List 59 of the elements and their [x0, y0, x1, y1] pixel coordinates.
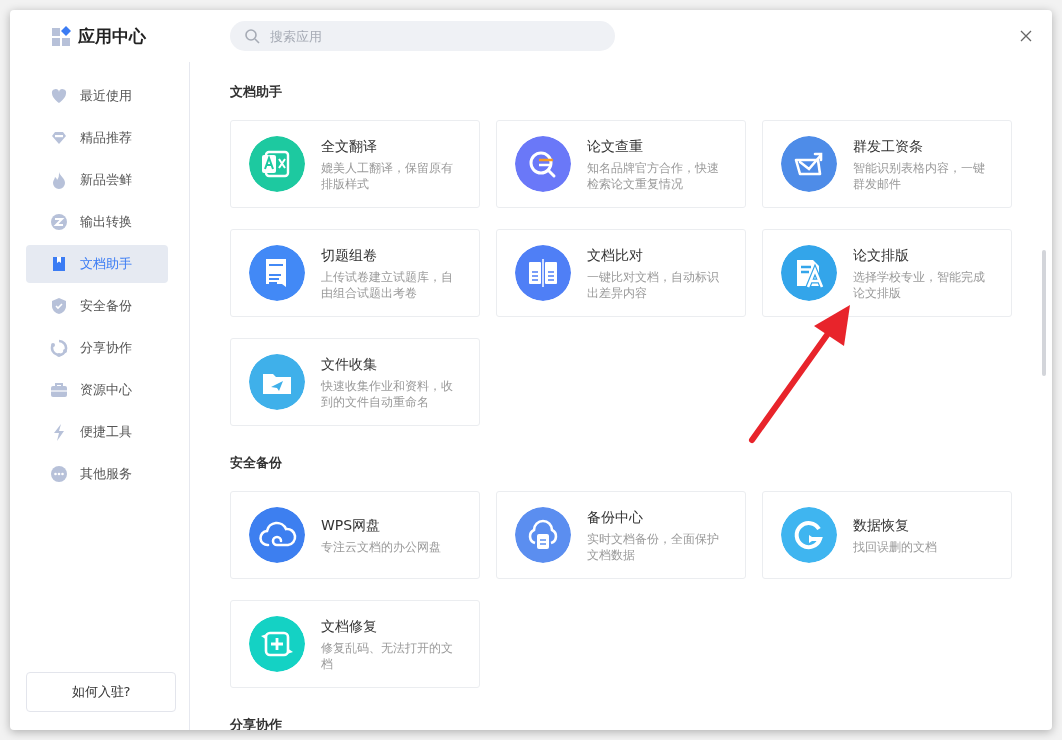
app-name: 文件收集	[321, 354, 378, 373]
app-card[interactable]: 全文翻译 媲美人工翻译，保留原有排版样式	[230, 120, 480, 208]
app-description: 选择学校专业，智能完成论文排版	[853, 268, 986, 301]
app-card[interactable]: 文件收集 快速收集作业和资料，收到的文件自动重命名	[230, 338, 480, 426]
app-name: 文档比对	[587, 245, 644, 264]
sidebar-item[interactable]: 最近使用	[26, 77, 168, 115]
app-card[interactable]: 论文查重 知名品牌官方合作，快速检索论文重复情况	[496, 120, 746, 208]
search-field[interactable]: 搜索应用	[230, 21, 615, 51]
scrollbar[interactable]	[1042, 250, 1046, 376]
app-description: 找回误删的文档	[853, 538, 938, 555]
app-description: 知名品牌官方合作，快速检索论文重复情况	[587, 159, 720, 192]
sidebar-item[interactable]: 便捷工具	[26, 413, 168, 451]
app-description: 媲美人工翻译，保留原有排版样式	[321, 159, 454, 192]
join-button[interactable]: 如何入驻?	[26, 672, 176, 712]
sidebar-item[interactable]: 分享协作	[26, 329, 168, 367]
category-icon	[50, 339, 68, 357]
category-icon	[50, 381, 68, 399]
category-icon	[50, 171, 68, 189]
app-description: 专注云文档的办公网盘	[321, 538, 442, 555]
search-icon	[244, 28, 260, 44]
sidebar-item[interactable]: 精品推荐	[26, 119, 168, 157]
sidebar-item[interactable]: 新品尝鲜	[26, 161, 168, 199]
app-description: 一键比对文档，自动标识出差异内容	[587, 268, 720, 301]
app-card[interactable]: 群发工资条 智能识别表格内容，一键群发邮件	[762, 120, 1012, 208]
app-name: 论文查重	[587, 136, 644, 155]
close-icon[interactable]	[1020, 30, 1032, 42]
app-name: WPS网盘	[321, 515, 382, 534]
app-card[interactable]: 文档比对 一键比对文档，自动标识出差异内容	[496, 229, 746, 317]
app-description: 实时文档备份，全面保护文档数据	[587, 530, 720, 563]
app-card[interactable]: 数据恢复 找回误删的文档	[762, 491, 1012, 579]
section-heading: 文档助手	[230, 83, 283, 101]
app-card[interactable]: 论文排版 选择学校专业，智能完成论文排版	[762, 229, 1012, 317]
app-card[interactable]: WPS网盘 专注云文档的办公网盘	[230, 491, 480, 579]
category-icon	[50, 255, 68, 273]
sidebar-item[interactable]: 安全备份	[26, 287, 168, 325]
app-description: 快速收集作业和资料，收到的文件自动重命名	[321, 377, 454, 410]
sidebar-item[interactable]: 资源中心	[26, 371, 168, 409]
app-card[interactable]: 切题组卷 上传试卷建立试题库，自由组合试题出考卷	[230, 229, 480, 317]
category-icon	[50, 297, 68, 315]
app-title: 应用中心	[78, 24, 146, 48]
app-name: 切题组卷	[321, 245, 378, 264]
app-name: 文档修复	[321, 616, 378, 635]
app-card[interactable]: 备份中心 实时文档备份，全面保护文档数据	[496, 491, 746, 579]
app-name: 论文排版	[853, 245, 910, 264]
app-description: 上传试卷建立试题库，自由组合试题出考卷	[321, 268, 454, 301]
app-name: 群发工资条	[853, 136, 924, 155]
app-description: 智能识别表格内容，一键群发邮件	[853, 159, 986, 192]
grid-logo-icon	[52, 26, 72, 46]
category-icon	[50, 465, 68, 483]
app-name: 数据恢复	[853, 515, 910, 534]
app-description: 修复乱码、无法打开的文档	[321, 639, 454, 672]
app-card[interactable]: 文档修复 修复乱码、无法打开的文档	[230, 600, 480, 688]
app-name: 备份中心	[587, 507, 644, 526]
sidebar-item[interactable]: 输出转换	[26, 203, 168, 241]
sidebar-item[interactable]: 其他服务	[26, 455, 168, 493]
category-icon	[50, 213, 68, 231]
app-name: 全文翻译	[321, 136, 378, 155]
category-icon	[50, 87, 68, 105]
section-heading: 安全备份	[230, 454, 283, 472]
